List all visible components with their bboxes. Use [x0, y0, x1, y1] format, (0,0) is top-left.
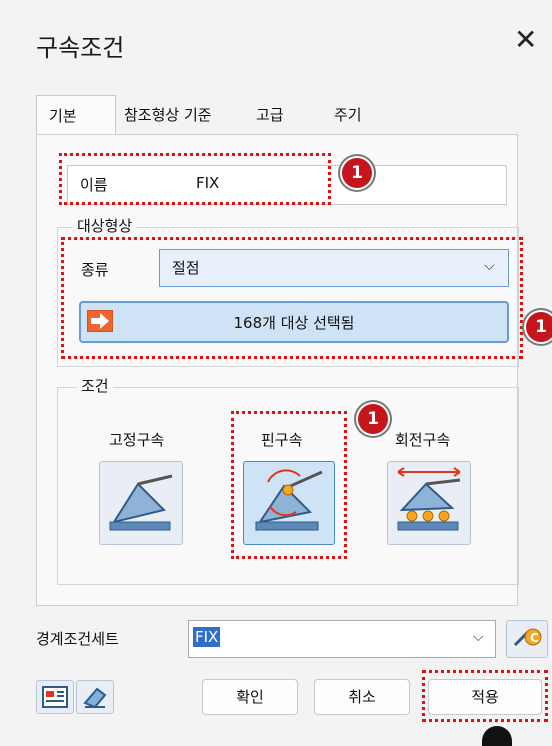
tab-panel-basic: 이름 FIX 대상형상 종류 절점 ⌵ 168개 대상 선택됨 조건 고정구속 …	[36, 134, 523, 606]
annotation-badge-partial	[482, 726, 512, 746]
bc-set-label: 경계조건세트	[36, 630, 119, 648]
roller-support-icon	[397, 467, 461, 531]
bc-set-manager-button[interactable]: C	[506, 620, 548, 658]
tab-basic[interactable]: 기본	[36, 95, 116, 135]
annotation-badge: 1	[526, 312, 552, 342]
bc-set-icon: C	[513, 628, 542, 647]
report-icon	[42, 686, 68, 708]
dialog-title: 구속조건	[36, 34, 125, 62]
highlight-box	[61, 237, 523, 359]
highlight-box	[231, 411, 347, 559]
ok-button[interactable]: 확인	[202, 679, 298, 715]
fixed-support-icon	[109, 474, 173, 531]
condition-title: 조건	[77, 375, 113, 396]
report-button[interactable]	[36, 680, 74, 714]
option-label-fixed: 고정구속	[109, 431, 165, 449]
bc-set-value: FIX	[193, 627, 221, 647]
tab-advanced[interactable]: 고급	[256, 95, 316, 135]
annotation-badge: 1	[342, 158, 372, 188]
target-geometry-title: 대상형상	[73, 215, 137, 236]
cancel-button[interactable]: 취소	[314, 679, 410, 715]
highlight-box	[59, 153, 331, 205]
roller-support-button[interactable]	[387, 461, 471, 545]
option-label-roller: 회전구속	[395, 431, 451, 449]
tab-reference-geometry[interactable]: 참조형상 기준	[124, 95, 254, 135]
eraser-icon	[83, 687, 107, 709]
tab-notes[interactable]: 주기	[334, 95, 384, 135]
annotation-badge: 1	[358, 404, 388, 434]
close-icon[interactable]: ✕	[514, 24, 537, 56]
svg-text:C: C	[530, 631, 539, 645]
chevron-down-icon: ⌵	[473, 629, 484, 645]
highlight-box	[422, 670, 548, 722]
title-bar: 구속조건 ✕	[0, 0, 552, 86]
constraint-dialog: 구속조건 ✕ 기본 참조형상 기준 고급 주기 이름 FIX 대상형상 종류 절…	[0, 0, 552, 746]
eraser-button[interactable]	[76, 680, 114, 714]
bc-set-dropdown[interactable]: FIX ⌵	[188, 620, 496, 658]
fixed-support-button[interactable]	[99, 461, 183, 545]
